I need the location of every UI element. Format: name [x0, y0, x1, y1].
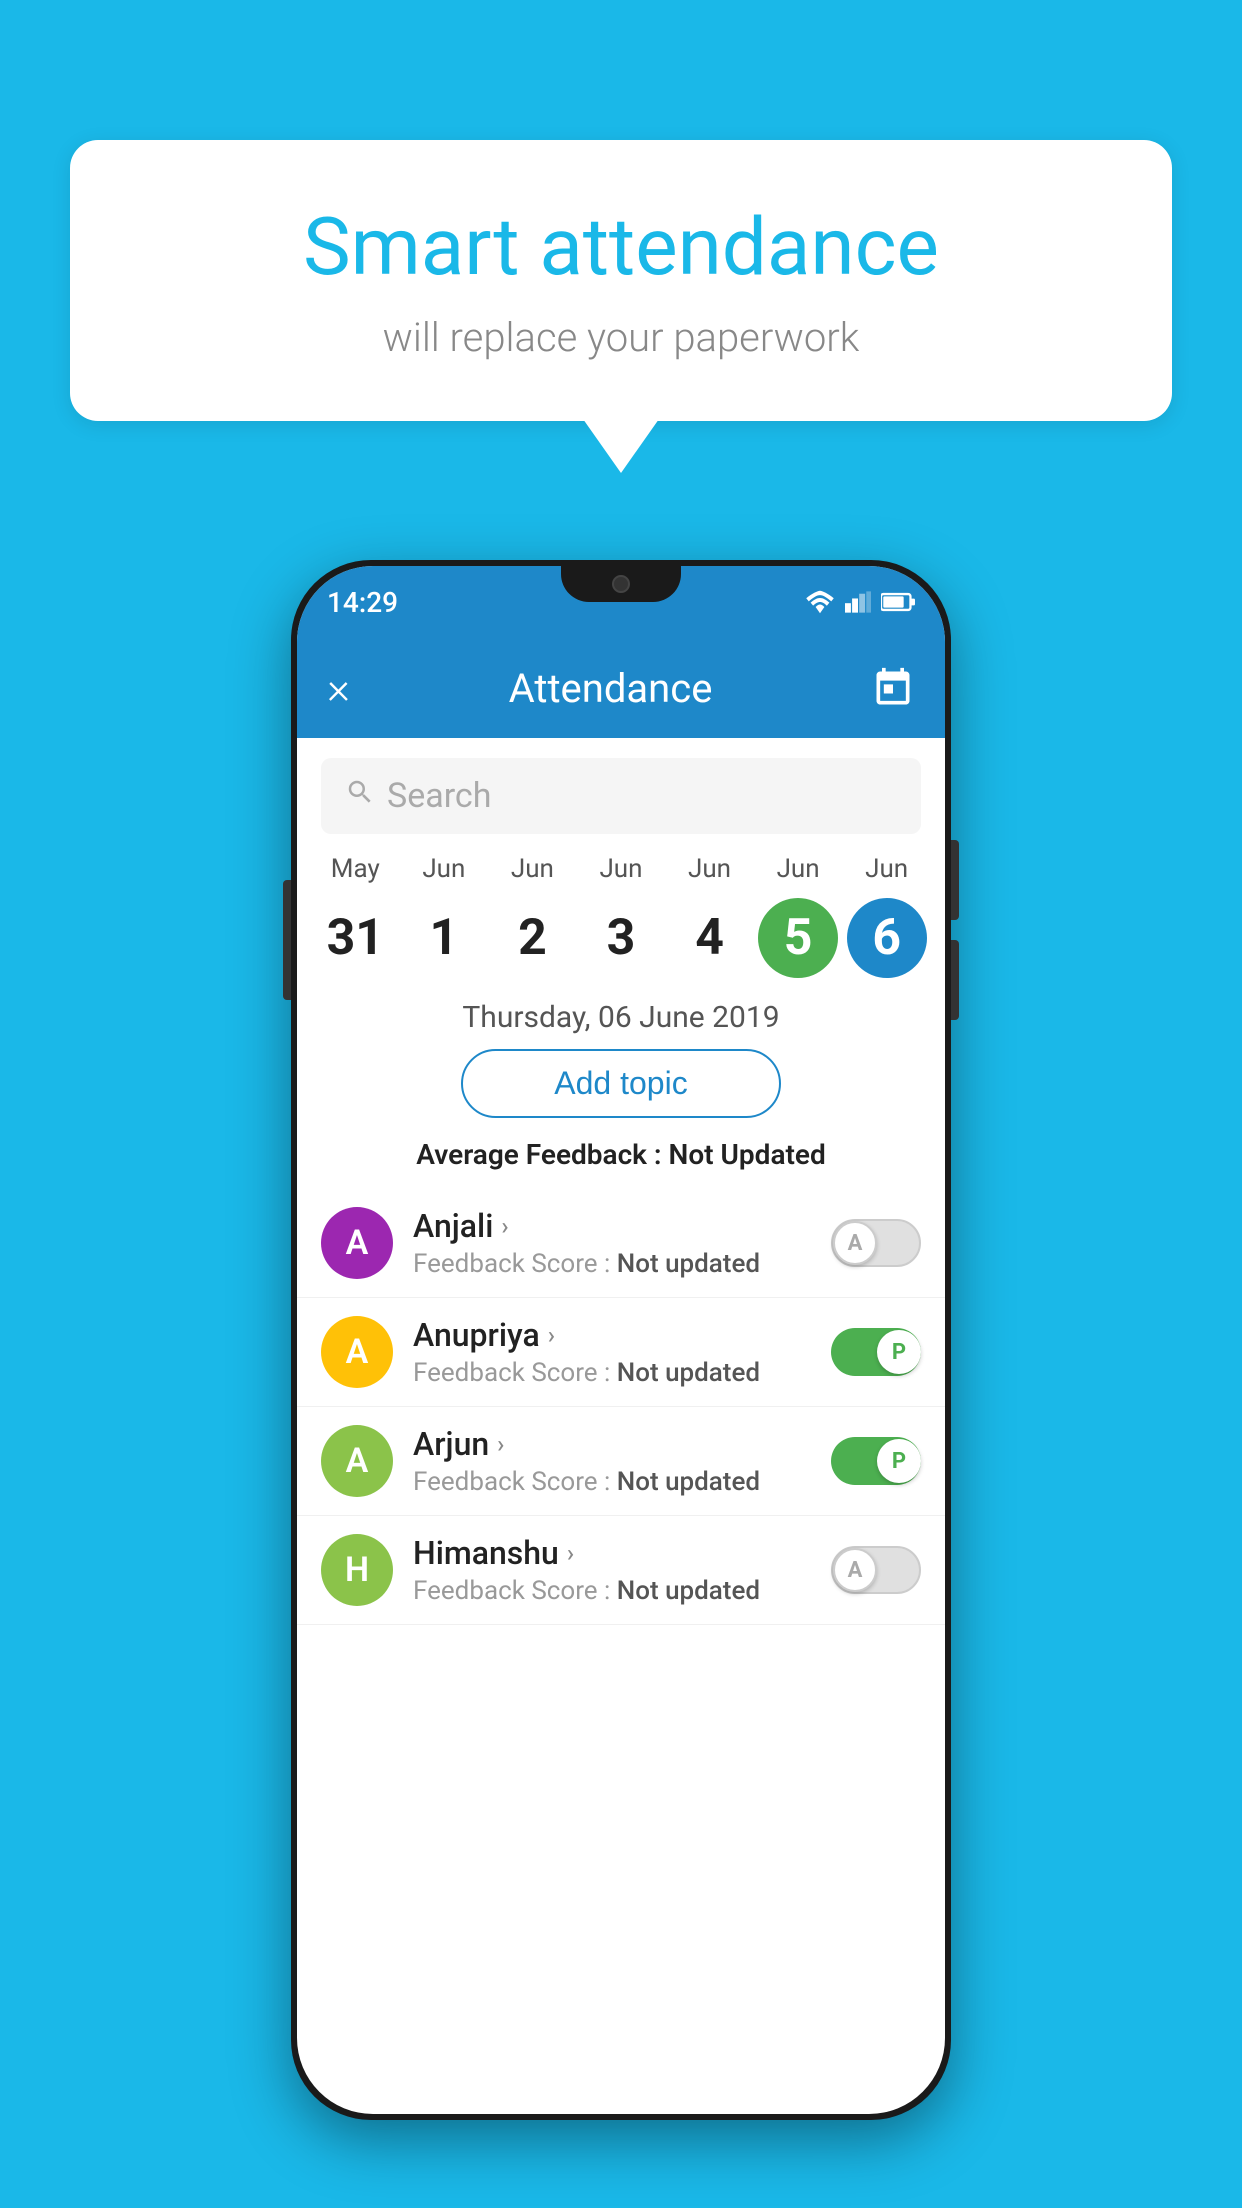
- student-info-1: Anupriya › Feedback Score : Not updated: [413, 1316, 831, 1388]
- volume-up-button[interactable]: [951, 840, 959, 920]
- calendar-day-6[interactable]: Jun 6: [847, 854, 927, 978]
- calendar-day-2[interactable]: Jun 2: [492, 854, 572, 978]
- chevron-icon: ›: [501, 1212, 508, 1240]
- student-name-2: Arjun ›: [413, 1425, 831, 1463]
- cal-month: May: [331, 854, 380, 884]
- status-time: 14:29: [327, 586, 398, 619]
- search-bar[interactable]: Search: [321, 758, 921, 834]
- attendance-toggle-3[interactable]: A: [831, 1546, 921, 1594]
- toggle-knob-1: P: [877, 1330, 921, 1374]
- speech-bubble-container: Smart attendance will replace your paper…: [70, 140, 1172, 421]
- add-topic-button[interactable]: Add topic: [461, 1049, 781, 1118]
- toggle-wrap-2[interactable]: P: [831, 1437, 921, 1485]
- feedback-score-1: Feedback Score : Not updated: [413, 1358, 831, 1388]
- feedback-value-3: Not updated: [617, 1576, 760, 1606]
- cal-date[interactable]: 31: [315, 898, 395, 978]
- cal-date[interactable]: 5: [758, 898, 838, 978]
- status-icons: [805, 590, 915, 614]
- student-avatar-1: A: [321, 1316, 393, 1388]
- search-icon: [345, 777, 375, 815]
- toggle-wrap-1[interactable]: P: [831, 1328, 921, 1376]
- toggle-wrap-0[interactable]: A: [831, 1219, 921, 1267]
- student-list: AAnjali ›Feedback Score : Not updatedAAA…: [297, 1189, 945, 1625]
- chevron-icon: ›: [548, 1321, 555, 1349]
- chevron-icon: ›: [497, 1430, 504, 1458]
- app-bar: × Attendance: [297, 638, 945, 738]
- cal-month: Jun: [511, 854, 554, 884]
- student-item-0[interactable]: AAnjali ›Feedback Score : Not updatedA: [297, 1189, 945, 1298]
- student-avatar-0: A: [321, 1207, 393, 1279]
- avg-feedback: Average Feedback : Not Updated: [297, 1138, 945, 1171]
- avg-feedback-value: Not Updated: [669, 1138, 826, 1171]
- calendar-day-3[interactable]: Jun 3: [581, 854, 661, 978]
- toggle-knob-0: A: [833, 1221, 877, 1265]
- calendar-day-0[interactable]: May 31: [315, 854, 395, 978]
- student-avatar-2: A: [321, 1425, 393, 1497]
- cal-month: Jun: [599, 854, 642, 884]
- calendar-day-4[interactable]: Jun 4: [670, 854, 750, 978]
- toggle-knob-3: A: [833, 1548, 877, 1592]
- phone-inner: 14:29: [297, 566, 945, 2114]
- cal-date[interactable]: 2: [492, 898, 572, 978]
- phone-frame: 14:29: [291, 560, 951, 2120]
- feedback-score-0: Feedback Score : Not updated: [413, 1249, 831, 1279]
- volume-down-button[interactable]: [951, 940, 959, 1020]
- calendar-day-5[interactable]: Jun 5: [758, 854, 838, 978]
- student-info-0: Anjali › Feedback Score : Not updated: [413, 1207, 831, 1279]
- wifi-icon: [805, 590, 835, 614]
- cal-date[interactable]: 6: [847, 898, 927, 978]
- feedback-value-1: Not updated: [617, 1358, 760, 1388]
- battery-icon: [881, 590, 915, 614]
- student-item-3[interactable]: H Himanshu › Feedback Score : Not updatedA: [297, 1516, 945, 1625]
- date-header: Thursday, 06 June 2019: [297, 1000, 945, 1035]
- student-info-3: Himanshu › Feedback Score : Not updated: [413, 1534, 831, 1606]
- student-info-2: Arjun › Feedback Score : Not updated: [413, 1425, 831, 1497]
- toggle-wrap-3[interactable]: A: [831, 1546, 921, 1594]
- speech-bubble: Smart attendance will replace your paper…: [70, 140, 1172, 421]
- student-item-2[interactable]: A Arjun › Feedback Score : Not updated P: [297, 1407, 945, 1516]
- cal-month: Jun: [865, 854, 908, 884]
- notch: [561, 566, 681, 602]
- avg-feedback-label: Average Feedback :: [416, 1138, 668, 1171]
- student-name-0: Anjali ›: [413, 1207, 831, 1245]
- student-item-1[interactable]: A Anupriya › Feedback Score : Not updated P: [297, 1298, 945, 1407]
- student-name-1: Anupriya ›: [413, 1316, 831, 1354]
- cal-month: Jun: [688, 854, 731, 884]
- attendance-toggle-0[interactable]: A: [831, 1219, 921, 1267]
- toggle-knob-2: P: [877, 1439, 921, 1483]
- cal-month: Jun: [777, 854, 820, 884]
- chevron-icon: ›: [567, 1539, 574, 1567]
- power-button[interactable]: [283, 880, 291, 1000]
- bubble-subtitle: will replace your paperwork: [150, 314, 1092, 361]
- attendance-toggle-1[interactable]: P: [831, 1328, 921, 1376]
- feedback-value-0: Not updated: [617, 1249, 760, 1279]
- bubble-title: Smart attendance: [150, 200, 1092, 294]
- calendar-strip: May 31 Jun 1 Jun 2 Jun 3 Jun 4 Jun 5 Jun 6: [297, 854, 945, 978]
- search-input-label: Search: [387, 776, 897, 816]
- feedback-score-3: Feedback Score : Not updated: [413, 1576, 831, 1606]
- feedback-value-2: Not updated: [617, 1467, 760, 1497]
- notch-camera: [612, 575, 630, 593]
- signal-icon: [845, 590, 871, 614]
- calendar-day-1[interactable]: Jun 1: [404, 854, 484, 978]
- cal-date[interactable]: 3: [581, 898, 661, 978]
- app-bar-title: Attendance: [350, 665, 871, 712]
- status-bar: 14:29: [297, 566, 945, 638]
- attendance-toggle-2[interactable]: P: [831, 1437, 921, 1485]
- student-name-3: Himanshu ›: [413, 1534, 831, 1572]
- student-avatar-3: H: [321, 1534, 393, 1606]
- calendar-icon[interactable]: [871, 666, 915, 710]
- cal-date[interactable]: 1: [404, 898, 484, 978]
- cal-month: Jun: [422, 854, 465, 884]
- close-button[interactable]: ×: [327, 666, 350, 710]
- feedback-score-2: Feedback Score : Not updated: [413, 1467, 831, 1497]
- cal-date[interactable]: 4: [670, 898, 750, 978]
